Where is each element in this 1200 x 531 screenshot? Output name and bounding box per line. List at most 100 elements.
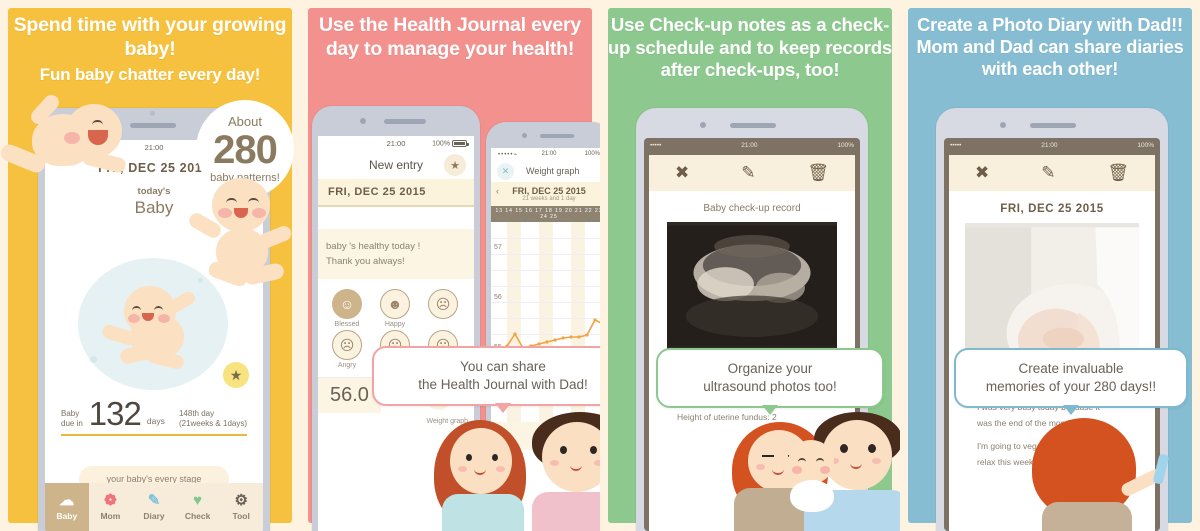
date-text: FRI, DEC 25 2015 — [512, 186, 586, 196]
tulip-icon: ❁ — [104, 492, 117, 509]
status-time: 21:00 — [386, 139, 406, 148]
callout-line-1: Create invaluable — [1018, 361, 1124, 376]
gear-icon: ⚙ — [234, 492, 248, 509]
mood-option[interactable]: ☻ Happy — [372, 289, 418, 328]
baby-cheek — [64, 132, 80, 144]
mom-head — [450, 428, 512, 494]
phone-sensor-dot — [150, 111, 155, 116]
edit-icon[interactable]: ✎ — [741, 163, 755, 183]
baby-eye — [154, 306, 163, 311]
tab-check[interactable]: ♥ Check — [176, 483, 220, 531]
progress-day: 148th day — [178, 409, 215, 419]
status-bar: ••••• 21:00 100% — [644, 138, 860, 152]
status-time: 21:00 — [1041, 141, 1058, 149]
dad-head — [542, 422, 600, 492]
baby-arm — [254, 223, 294, 252]
days-remaining-value: 132 — [88, 395, 142, 432]
mood-option[interactable]: ☺ Blessed — [324, 289, 370, 328]
phone-camera-dot — [360, 118, 366, 124]
baby-eye — [248, 198, 259, 203]
character-baby — [782, 440, 852, 512]
signal-icon: ••••• — [650, 141, 662, 149]
phone-speaker — [540, 134, 574, 138]
ultrasound-photo[interactable] — [667, 222, 837, 350]
status-bar: •••••⌁ 21:00 100% — [491, 148, 600, 160]
favorite-star-button[interactable]: ★ — [223, 362, 249, 388]
panel-checkup: Use Check-up notes as a check-up schedul… — [600, 0, 900, 531]
trash-icon[interactable]: 🗑 — [1107, 163, 1129, 183]
phone-camera-dot — [522, 133, 527, 138]
baby-body — [790, 480, 834, 512]
blessed-face-icon: ☺ — [332, 289, 362, 320]
diary-date: FRI, DEC 25 2015 — [1000, 203, 1104, 215]
mom-cheek — [458, 466, 467, 472]
dad-eye — [868, 444, 876, 453]
status-bar: ••••• 21:00 100% — [944, 138, 1160, 152]
dad-body — [532, 492, 600, 531]
headline-main: Spend time with your growing baby! — [13, 14, 287, 60]
baby-eye — [226, 198, 237, 203]
memo-text[interactable]: baby 's healthy today ! Thank you always… — [318, 229, 474, 280]
headline-main: Use Check-up notes as a check-up schedul… — [607, 14, 893, 81]
ultrasound-image — [667, 225, 837, 347]
baby-eye — [798, 458, 806, 463]
toolbar: ✖ ✎ 🗑 — [649, 155, 855, 191]
mom-cheek — [756, 464, 765, 470]
baby-cheek — [218, 208, 232, 218]
bubble-dot — [90, 356, 97, 363]
progress-weeks: (21weeks & 1days) — [178, 419, 247, 429]
callout-line-1: Organize your — [727, 361, 813, 376]
tab-label: Diary — [143, 511, 165, 521]
date-band: ‹ FRI, DEC 25 2015 21 weeks and 1 day — [491, 182, 600, 206]
dad-cheek — [594, 460, 600, 466]
decorative-baby-right — [186, 178, 296, 308]
star-calendar-icon[interactable]: ★ — [444, 154, 466, 176]
baby-eye — [92, 120, 103, 125]
mood-option[interactable]: ☹ Angry — [324, 330, 370, 369]
tab-label: Check — [184, 511, 211, 521]
modal-header: ✕ Weight graph — [491, 160, 600, 182]
mood-label: Angry — [337, 362, 357, 370]
mood-option[interactable]: ☹ — [420, 289, 466, 328]
baby-eye — [132, 306, 141, 311]
date-band: FRI, DEC 25 2015 — [318, 179, 474, 207]
counter-label-line1: Baby — [61, 409, 80, 419]
baby-cheek — [158, 314, 170, 323]
decorative-baby-left — [0, 91, 136, 206]
close-icon[interactable]: ✕ — [497, 162, 514, 180]
panel-headline: Use the Health Journal every day to mana… — [300, 14, 600, 62]
callout-organize-photos: Organize your ultrasound photos too! — [656, 348, 884, 416]
battery-icon — [452, 139, 469, 147]
phone-camera-dot — [1000, 122, 1006, 128]
dad-cheek — [872, 458, 881, 464]
tab-diary[interactable]: ✎ Diary — [132, 483, 176, 531]
baby-icon: ☁ — [59, 492, 75, 509]
tab-baby[interactable]: ☁ Baby — [45, 483, 89, 531]
pregnancy-progress: 148th day (21weeks & 1days) — [179, 409, 247, 429]
character-dad — [524, 412, 600, 531]
dad-eye — [590, 446, 597, 454]
callout-line-2: memories of your 280 days!! — [985, 379, 1157, 395]
tab-tool[interactable]: ⚙ Tool — [219, 483, 263, 531]
close-icon[interactable]: ✖ — [975, 163, 989, 183]
memo-line-1: baby 's healthy today ! — [326, 241, 421, 252]
status-time: 21:00 — [541, 151, 557, 157]
baby-eye — [816, 458, 824, 463]
callout-create-memories: Create invaluable memories of your 280 d… — [954, 348, 1188, 416]
mood-label: Blessed — [334, 321, 360, 329]
edit-icon[interactable]: ✎ — [1041, 163, 1055, 183]
close-icon[interactable]: ✖ — [675, 163, 689, 183]
tab-mom[interactable]: ❁ Mom — [89, 483, 133, 531]
counter-label: Baby due in — [61, 409, 83, 429]
mom-cheek — [496, 466, 505, 472]
baby-cheek — [128, 314, 140, 323]
dad-cheek — [550, 460, 559, 466]
back-icon[interactable]: ‹ — [496, 186, 499, 196]
tab-label: Tool — [232, 511, 250, 521]
toolbar: ✖ ✎ 🗑 — [949, 155, 1155, 191]
mood-label: Happy — [384, 321, 406, 329]
panel-headline: Use Check-up notes as a check-up schedul… — [600, 14, 900, 82]
trash-icon[interactable]: 🗑 — [807, 163, 829, 183]
dad-eye — [560, 446, 567, 454]
tab-label: Baby — [56, 511, 78, 521]
